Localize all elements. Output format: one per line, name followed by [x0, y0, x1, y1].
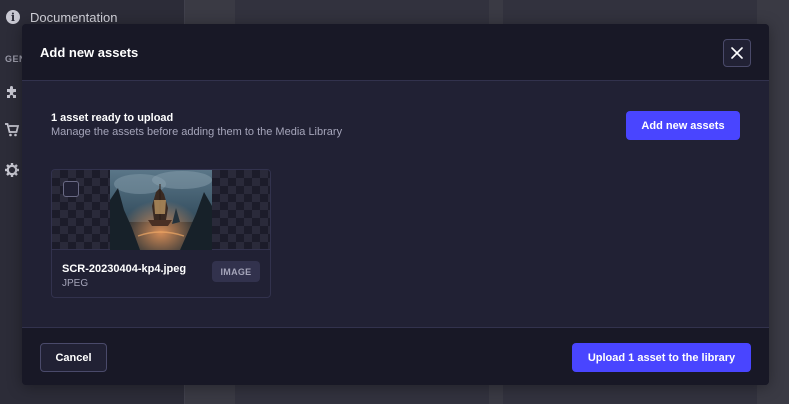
- cancel-button[interactable]: Cancel: [40, 343, 107, 372]
- puzzle-icon[interactable]: [4, 84, 20, 100]
- upload-to-library-button[interactable]: Upload 1 asset to the library: [572, 343, 751, 372]
- info-icon: i: [6, 10, 20, 24]
- dialog-header: Add new assets: [22, 24, 769, 81]
- dialog-title: Add new assets: [40, 45, 139, 60]
- close-button[interactable]: [723, 39, 751, 67]
- asset-select-checkbox[interactable]: [63, 181, 79, 197]
- upload-assets-dialog: Add new assets 1 asset ready to upload M…: [22, 24, 769, 385]
- add-new-assets-button[interactable]: Add new assets: [626, 111, 740, 140]
- gear-icon[interactable]: [4, 162, 20, 178]
- upload-summary-subtitle: Manage the assets before adding them to …: [51, 126, 343, 138]
- asset-preview: [52, 170, 270, 250]
- asset-file-name: SCR-20230404-kp4.jpeg: [62, 263, 187, 275]
- asset-type-badge: IMAGE: [212, 261, 260, 282]
- cart-icon[interactable]: [4, 122, 20, 138]
- sidebar-item-label: Documentation: [30, 9, 118, 25]
- asset-card[interactable]: SCR-20230404-kp4.jpeg JPEG IMAGE: [51, 169, 271, 298]
- upload-summary-title: 1 asset ready to upload: [51, 112, 174, 124]
- close-icon: [731, 47, 743, 59]
- asset-extension: JPEG: [62, 278, 89, 289]
- dialog-footer: Cancel Upload 1 asset to the library: [22, 327, 769, 385]
- asset-thumbnail-image: [110, 170, 212, 250]
